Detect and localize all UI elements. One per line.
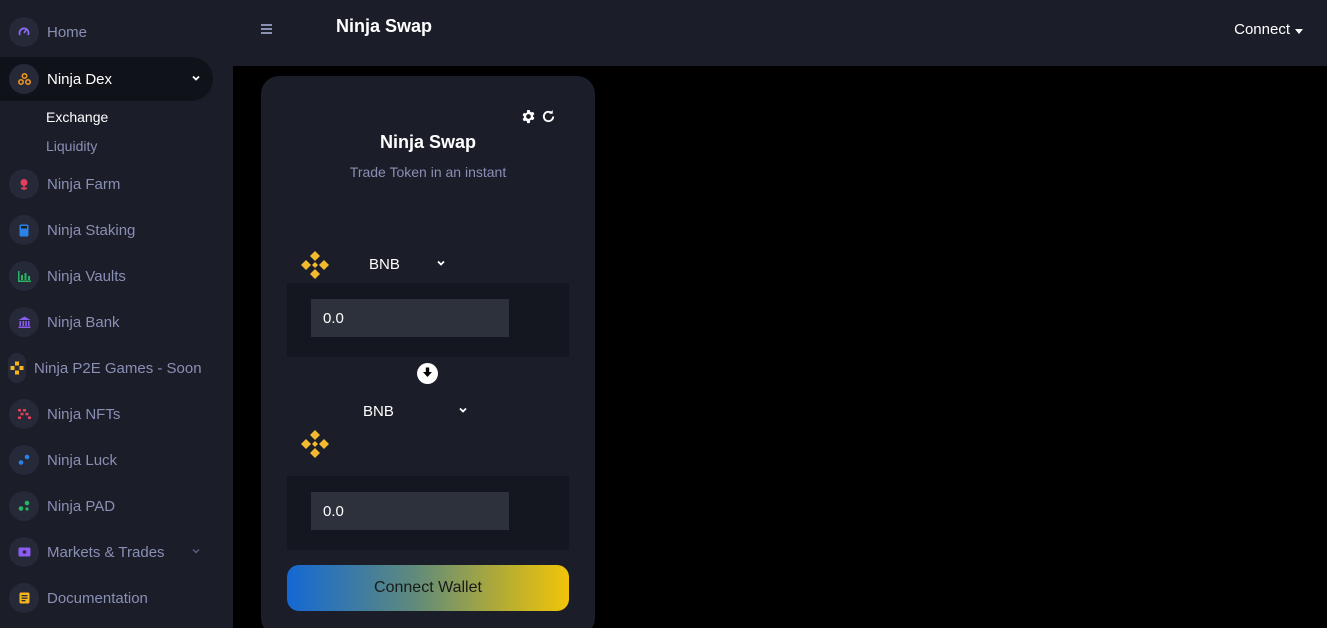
bnb-logo-icon [299,249,331,281]
sidebar-item-label: Ninja Vaults [47,267,126,285]
gamepad-icon [8,353,26,383]
chevron-down-icon [191,543,201,561]
sidebar-item-label: Home [47,23,88,41]
sidebar-item-label: Ninja PAD [47,497,116,515]
to-token-symbol: BNB [363,402,394,420]
sidebar-item-ninja-vaults[interactable]: Ninja Vaults [0,254,213,298]
chevron-down-icon [191,70,201,88]
swap-subtitle: Trade Token in an instant [349,164,507,180]
chevron-down-icon [458,402,468,420]
luck-dots-icon [9,445,39,475]
ticket-icon [9,537,39,567]
to-amount-box [287,476,569,550]
caret-down-icon [1295,21,1303,38]
connect-dropdown[interactable]: Connect [1234,21,1303,38]
rose-icon [9,169,39,199]
sidebar-item-label: Ninja Dex [47,70,113,88]
to-token-select[interactable]: BNB [363,402,468,420]
nft-grid-icon [9,399,39,429]
card-tools [521,109,556,124]
sidebar-item-ninja-p2e-games[interactable]: Ninja P2E Games - Soon [0,346,213,390]
sidebar-item-label: Ninja Luck [47,451,118,469]
from-token-select[interactable]: BNB [369,255,446,273]
sidebar-item-label: Markets & Trades [47,543,165,561]
sidebar-item-documentation[interactable]: Documentation [0,576,213,620]
sidebar-item-ninja-luck[interactable]: Ninja Luck [0,438,213,482]
swap-card: Ninja Swap Trade Token in an instant BNB… [261,76,595,628]
to-amount-input[interactable] [311,492,509,530]
document-icon [9,583,39,613]
sidebar-item-label: Ninja Bank [47,313,120,331]
refresh-icon[interactable] [541,109,556,124]
connect-wallet-button[interactable]: Connect Wallet [287,565,569,611]
top-header: Ninja Swap Connect [233,0,1327,66]
sidebar-item-ninja-farm[interactable]: Ninja Farm [0,162,213,206]
arrow-down-icon [422,365,433,383]
sidebar-item-markets-trades[interactable]: Markets & Trades [0,530,213,574]
sidebar-item-label: Documentation [47,589,148,607]
sidebar-subitem-liquidity[interactable]: Liquidity [46,138,97,154]
bank-icon [9,307,39,337]
from-token-symbol: BNB [369,255,400,273]
settings-gear-icon[interactable] [521,109,536,124]
sidebar-item-label: Ninja P2E Games - Soon [34,359,202,377]
bnb-logo-icon [299,428,331,460]
page-title: Ninja Swap [336,16,433,36]
sidebar-item-ninja-dex[interactable]: Ninja Dex [0,57,213,101]
sidebar-item-ninja-nfts[interactable]: Ninja NFTs [0,392,213,436]
menu-toggle-icon[interactable] [261,24,275,38]
sidebar-item-ninja-staking[interactable]: Ninja Staking [0,208,213,252]
bar-chart-icon [9,261,39,291]
sidebar-subitem-exchange[interactable]: Exchange [46,109,108,125]
from-amount-input[interactable] [311,299,509,337]
connect-label: Connect [1234,21,1290,38]
sidebar-item-label: Ninja Staking [47,221,136,239]
calculator-icon [9,215,39,245]
dex-nodes-icon [9,64,39,94]
from-amount-box [287,283,569,357]
pad-dots-icon [9,491,39,521]
chevron-down-icon [436,255,446,273]
swap-title: Ninja Swap [379,132,477,152]
sidebar-item-home[interactable]: Home [0,10,213,54]
sidebar-item-label: Ninja NFTs [47,405,121,423]
swap-direction-button[interactable] [417,363,438,384]
sidebar-item-ninja-bank[interactable]: Ninja Bank [0,300,213,344]
sidebar-item-label: Ninja Farm [47,175,121,193]
sidebar-item-ninja-pad[interactable]: Ninja PAD [0,484,213,528]
gauge-icon [9,17,39,47]
sidebar: Home Ninja Dex Exchange Liquidity Ninja … [0,0,233,628]
